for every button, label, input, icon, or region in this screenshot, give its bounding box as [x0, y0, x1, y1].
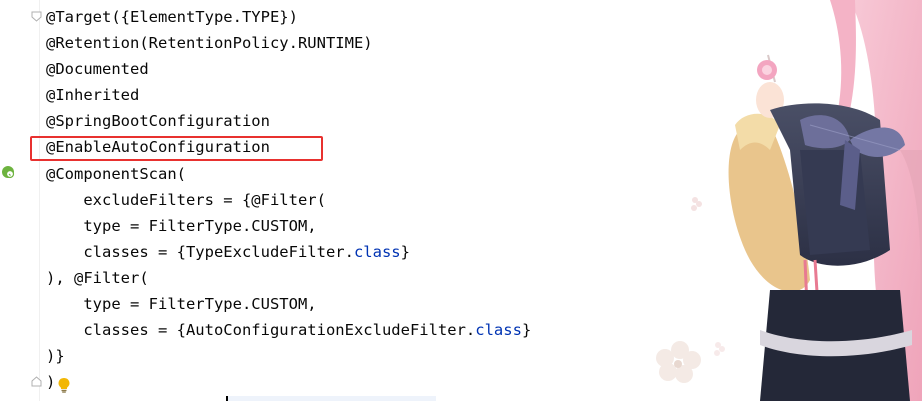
code-token: @Retention(RetentionPolicy.RUNTIME): [46, 34, 373, 53]
keyword-token: class: [475, 321, 522, 340]
code-token: @ComponentScan(: [46, 164, 186, 183]
code-token: classes = {TypeExcludeFilter.: [46, 242, 354, 261]
code-token: @Target({ElementType.TYPE}): [46, 8, 298, 26]
code-token: type = FilterType.CUSTOM,: [46, 216, 317, 235]
code-token: ), @Filter(: [46, 268, 149, 287]
scroll-indicator[interactable]: [228, 396, 436, 401]
code-token: classes = {AutoConfigurationExcludeFilte…: [46, 321, 476, 340]
gutter-separator: [39, 0, 40, 401]
keyword-token: class: [353, 242, 401, 261]
code-token: type = FilterType.CUSTOM,: [46, 295, 317, 314]
fold-icon[interactable]: [31, 11, 42, 22]
code-token: ): [46, 373, 56, 392]
code-token: }: [521, 321, 532, 340]
code-token: @Inherited: [46, 86, 140, 105]
fold-end-icon[interactable]: [31, 376, 42, 387]
editor-gutter: [0, 0, 40, 401]
highlight-box: [30, 136, 323, 161]
spring-bean-icon[interactable]: [0, 164, 16, 180]
code-token: }: [400, 242, 410, 261]
lightbulb-icon[interactable]: [57, 377, 71, 393]
code-token: excludeFilters = {@Filter(: [46, 190, 326, 209]
background-illustration: [656, 0, 922, 401]
code-token: @Documented: [46, 60, 149, 79]
code-token: )}: [46, 347, 65, 366]
code-token: @SpringBootConfiguration: [46, 112, 270, 131]
